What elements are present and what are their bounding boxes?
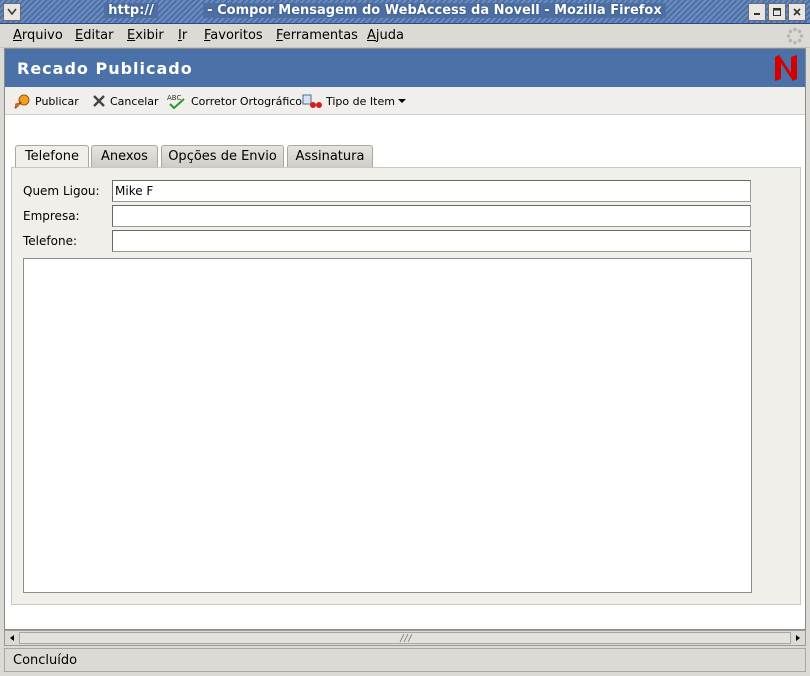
chevron-down-icon bbox=[397, 99, 406, 103]
tab-anexos[interactable]: Anexos bbox=[91, 145, 158, 167]
chevron-down-icon bbox=[7, 8, 17, 16]
menu-ir[interactable]: Ir bbox=[178, 28, 187, 43]
menu-exibir[interactable]: Exibir bbox=[127, 28, 164, 43]
scroll-left-button[interactable] bbox=[6, 632, 18, 644]
window-menu-button[interactable] bbox=[3, 3, 21, 21]
status-bar: Concluído bbox=[4, 648, 806, 672]
publish-label: Publicar bbox=[35, 94, 79, 108]
status-text: Concluído bbox=[13, 653, 78, 668]
tab-label: Opções de Envio bbox=[168, 149, 277, 164]
spell-check-label: Corretor Ortográfico bbox=[191, 94, 303, 108]
menu-favoritos[interactable]: Favoritos bbox=[204, 28, 263, 43]
arrow-left-icon bbox=[10, 635, 14, 641]
window-title: http:// - Compor Mensagem do WebAccess d… bbox=[30, 3, 740, 18]
cancel-icon bbox=[93, 95, 105, 107]
item-type-button[interactable]: Tipo de Item bbox=[302, 93, 411, 109]
novell-logo-icon bbox=[775, 55, 797, 81]
company-label: Empresa: bbox=[23, 209, 80, 223]
menu-ajuda[interactable]: Ajuda bbox=[367, 28, 404, 43]
maximize-icon bbox=[773, 8, 781, 16]
grip-icon bbox=[399, 633, 412, 643]
menu-ferramentas[interactable]: Ferramentas bbox=[276, 28, 358, 43]
tab-opcoes-de-envio[interactable]: Opções de Envio bbox=[161, 145, 284, 167]
tab-telefone[interactable]: Telefone bbox=[15, 145, 89, 168]
phone-label: Telefone: bbox=[23, 234, 77, 248]
spell-check-button[interactable]: ABC Corretor Ortográfico bbox=[167, 93, 302, 109]
company-input[interactable] bbox=[112, 205, 751, 227]
item-type-label: Tipo de Item bbox=[326, 94, 395, 108]
svg-text:ABC: ABC bbox=[167, 94, 181, 102]
caller-input[interactable] bbox=[112, 180, 751, 202]
throbber-icon bbox=[786, 27, 804, 45]
caller-label: Quem Ligou: bbox=[23, 184, 100, 198]
minimize-button[interactable] bbox=[748, 3, 766, 21]
tab-label: Assinatura bbox=[295, 149, 365, 164]
horizontal-scrollbar[interactable] bbox=[4, 630, 806, 646]
item-type-icon bbox=[302, 94, 322, 108]
menu-arquivo[interactable]: Arquivo bbox=[13, 28, 63, 43]
header-banner: Recado Publicado bbox=[5, 49, 805, 87]
cancel-button[interactable]: Cancelar bbox=[92, 93, 159, 109]
close-button[interactable] bbox=[788, 3, 806, 21]
page-content: Recado Publicado Publicar Cancelar ABC C… bbox=[4, 48, 806, 630]
publish-button[interactable]: Publicar bbox=[13, 93, 79, 109]
close-icon bbox=[793, 8, 801, 16]
window-url-prefix: http:// bbox=[104, 3, 158, 18]
tab-label: Anexos bbox=[101, 149, 148, 164]
window-title-text: - Compor Mensagem do WebAccess da Novell… bbox=[203, 3, 666, 18]
phone-input[interactable] bbox=[112, 230, 751, 252]
window-titlebar: http:// - Compor Mensagem do WebAccess d… bbox=[0, 0, 810, 24]
spell-check-icon: ABC bbox=[167, 94, 185, 109]
tab-label: Telefone bbox=[24, 149, 80, 164]
message-textarea[interactable] bbox=[23, 258, 752, 593]
maximize-button[interactable] bbox=[768, 3, 786, 21]
cancel-label: Cancelar bbox=[110, 94, 159, 108]
tab-assinatura[interactable]: Assinatura bbox=[287, 145, 373, 167]
scroll-right-button[interactable] bbox=[792, 632, 804, 644]
page-title: Recado Publicado bbox=[17, 59, 193, 78]
arrow-right-icon bbox=[796, 635, 800, 641]
minimize-icon bbox=[754, 13, 760, 15]
telefone-panel: Quem Ligou: Empresa: Telefone: bbox=[11, 167, 801, 605]
menu-editar[interactable]: Editar bbox=[75, 28, 114, 43]
toolbar: Publicar Cancelar ABC Corretor Ortográfi… bbox=[5, 87, 805, 115]
publish-icon bbox=[14, 94, 30, 109]
scroll-thumb[interactable] bbox=[19, 632, 791, 644]
menu-bar: Arquivo Editar Exibir Ir Favoritos Ferra… bbox=[0, 24, 810, 48]
